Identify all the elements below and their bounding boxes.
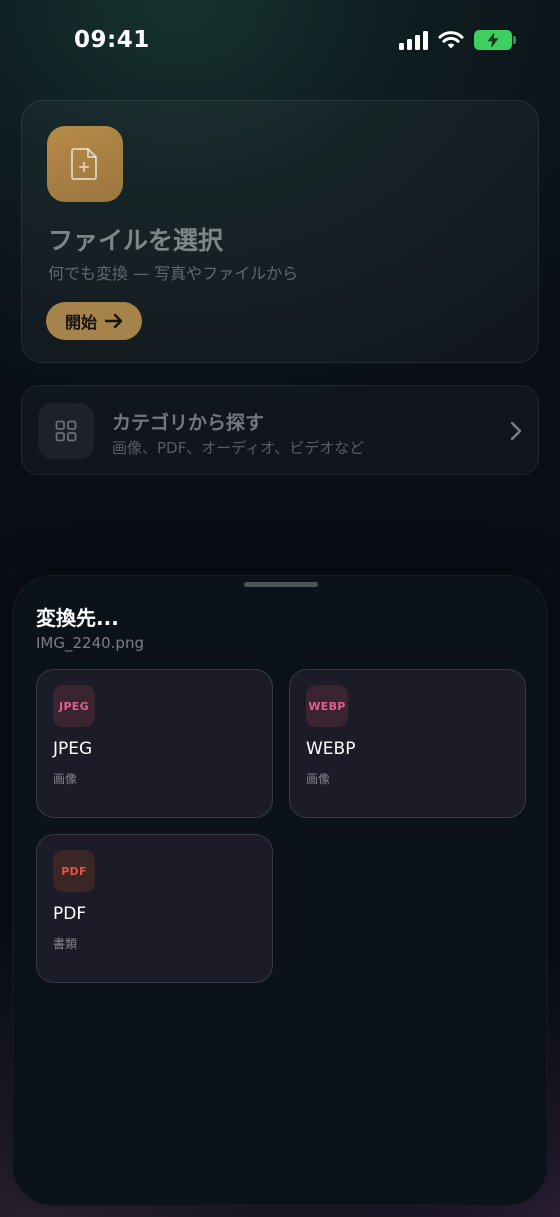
start-button[interactable]: 開始 xyxy=(46,302,142,340)
wifi-icon xyxy=(438,31,464,49)
status-icons xyxy=(399,30,516,50)
format-type: 書類 xyxy=(53,937,78,951)
format-option-pdf[interactable]: PDF PDF 書類 xyxy=(36,834,273,983)
arrow-right-icon xyxy=(105,313,123,329)
start-button-label: 開始 xyxy=(64,315,97,332)
format-name: JPEG xyxy=(53,739,93,759)
format-option-jpeg[interactable]: JPEG JPEG 画像 xyxy=(36,669,273,818)
format-type: 画像 xyxy=(53,772,78,786)
file-picker-card[interactable]: ファイルを選択 何でも変換 — 写真やファイルから 開始 xyxy=(21,100,539,363)
status-time: 09:41 xyxy=(74,27,150,53)
format-name: WEBP xyxy=(306,739,356,759)
browse-by-category-row[interactable]: カテゴリから探す 画像、PDF、オーディオ、ビデオなど xyxy=(21,385,539,475)
format-badge: PDF xyxy=(53,850,95,892)
format-badge: JPEG xyxy=(53,685,95,727)
sheet-title: 変換先... xyxy=(36,606,119,630)
status-bar: 09:41 xyxy=(0,0,560,84)
format-name: PDF xyxy=(53,904,87,924)
file-plus-icon xyxy=(47,126,123,202)
picker-title: ファイルを選択 xyxy=(48,226,224,255)
grid-icon xyxy=(38,403,94,459)
cellular-signal-icon xyxy=(399,30,428,50)
convert-to-sheet: 変換先... IMG_2240.png JPEG JPEG 画像 WEBP WE… xyxy=(12,575,548,1206)
sheet-file-name: IMG_2240.png xyxy=(36,634,144,652)
category-subtitle: 画像、PDF、オーディオ、ビデオなど xyxy=(112,439,365,457)
format-option-webp[interactable]: WEBP WEBP 画像 xyxy=(289,669,526,818)
battery-charging-icon xyxy=(474,30,516,50)
sheet-grabber[interactable] xyxy=(244,582,318,587)
format-badge: WEBP xyxy=(306,685,348,727)
category-title: カテゴリから探す xyxy=(112,412,265,434)
bolt-icon xyxy=(487,32,499,48)
format-type: 画像 xyxy=(306,772,331,786)
picker-subtitle: 何でも変換 — 写真やファイルから xyxy=(48,264,299,283)
chevron-right-icon xyxy=(510,421,522,441)
